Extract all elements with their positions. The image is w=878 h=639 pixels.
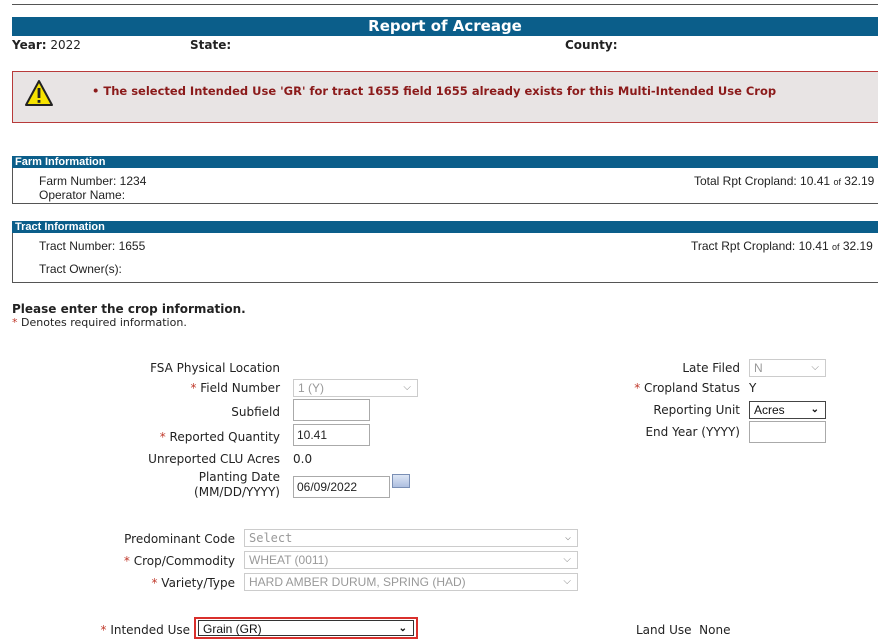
chevron-down-icon: ⌵ <box>811 362 819 373</box>
reporting-unit-select[interactable]: Acres ⌄ <box>749 401 826 419</box>
land-use: Land Use None <box>636 623 731 637</box>
late-filed-select[interactable]: N ⌵ <box>749 359 826 377</box>
field-number-select[interactable]: 1 (Y) ⌵ <box>293 379 418 397</box>
page-title: Report of Acreage <box>12 17 878 36</box>
crop-commodity-label: * Crop/Commodity <box>123 554 235 568</box>
tract-number: Tract Number: 1655 <box>39 239 146 253</box>
reporting-unit-label: Reporting Unit <box>653 403 740 417</box>
reported-quantity-input[interactable]: 10.41 <box>293 424 370 446</box>
end-year-input[interactable] <box>749 421 826 443</box>
planting-date-input[interactable]: 06/09/2022 <box>293 476 390 498</box>
instructions-heading: Please enter the crop information. <box>12 302 246 316</box>
crop-commodity-select[interactable]: WHEAT (0011) ⌵ <box>244 551 578 569</box>
calendar-icon[interactable] <box>392 474 410 488</box>
intended-use-label: * Intended Use <box>100 623 190 637</box>
farm-info-header: Farm Information <box>12 156 878 168</box>
field-number-label: * Field Number <box>190 381 280 395</box>
subfield-label: Subfield <box>231 405 280 419</box>
chevron-down-icon: ⌵ <box>563 576 571 587</box>
chevron-down-icon: ⌵ <box>403 382 411 393</box>
tract-info-header: Tract Information <box>12 221 878 233</box>
warning-icon <box>25 80 53 106</box>
chevron-down-icon: ⌵ <box>564 532 571 543</box>
chevron-down-icon: ⌵ <box>563 554 571 565</box>
planting-date-label: Planting Date (MM/DD/YYYY) <box>194 470 280 499</box>
top-rule <box>12 4 878 5</box>
error-message: • The selected Intended Use 'GR' for tra… <box>92 84 777 98</box>
total-rpt-cropland: Total Rpt Cropland: 10.41 of 32.19 <box>694 174 875 188</box>
unreported-clu-label: Unreported CLU Acres <box>148 452 280 466</box>
unreported-clu-value: 0.0 <box>293 452 313 466</box>
required-note: * Denotes required information. <box>12 316 187 329</box>
cropland-status-label: * Cropland Status <box>634 381 740 395</box>
year-info: Year: 2022 <box>12 38 81 52</box>
physical-location-label: FSA Physical Location <box>150 361 280 375</box>
predominant-code-label: Predominant Code <box>124 532 235 546</box>
subfield-input[interactable] <box>293 399 370 421</box>
cropland-status-value: Y <box>749 381 757 395</box>
predominant-code-select[interactable]: Select ⌵ <box>244 529 578 547</box>
operator-name: Operator Name: <box>39 188 126 202</box>
state-info: State: <box>190 38 232 52</box>
end-year-label: End Year (YYYY) <box>645 425 740 439</box>
tract-rpt-cropland: Tract Rpt Cropland: 10.41 of 32.19 <box>691 239 873 253</box>
farm-number: Farm Number: 1234 <box>39 174 147 188</box>
reported-quantity-label: * Reported Quantity <box>159 430 280 444</box>
chevron-down-icon: ⌄ <box>398 623 407 634</box>
variety-type-label: * Variety/Type <box>151 576 235 590</box>
variety-type-select[interactable]: HARD AMBER DURUM, SPRING (HAD) ⌵ <box>244 573 578 591</box>
tract-owners: Tract Owner(s): <box>39 262 122 276</box>
intended-use-highlight: Grain (GR) ⌄ <box>194 617 418 639</box>
late-filed-label: Late Filed <box>682 361 740 375</box>
county-info: County: <box>565 38 618 52</box>
chevron-down-icon: ⌄ <box>810 404 819 415</box>
